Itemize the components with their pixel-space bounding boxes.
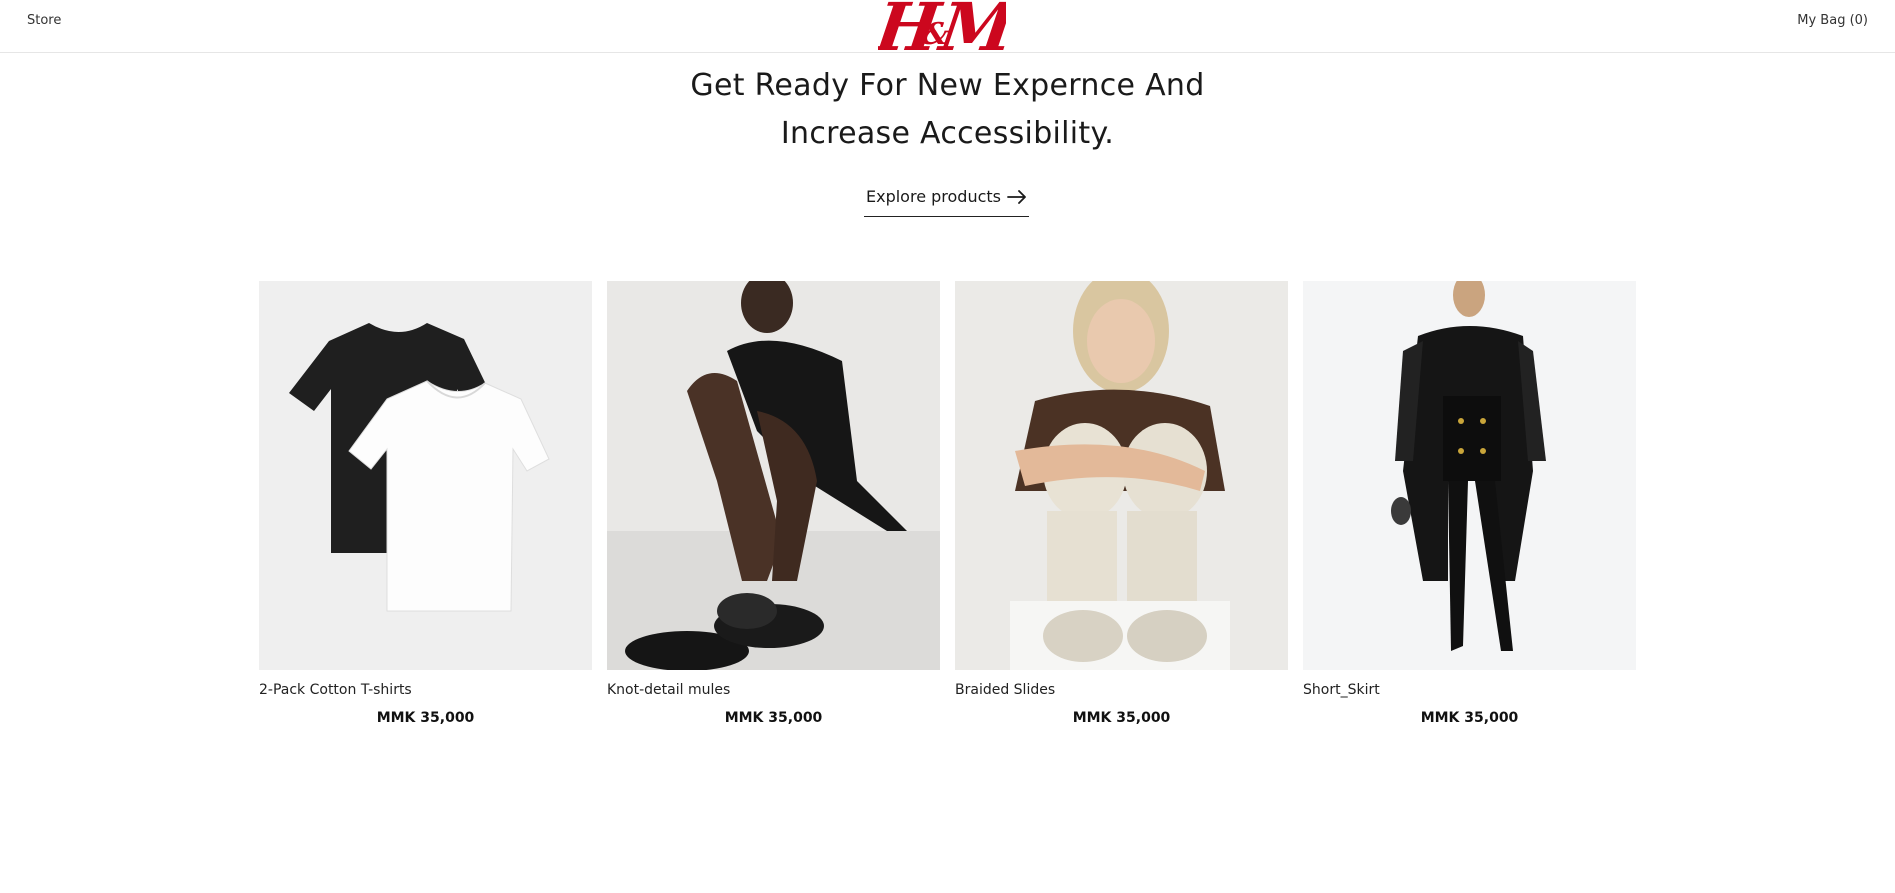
- product-card[interactable]: Short_Skirt MMK 35,000: [1303, 281, 1636, 726]
- explore-products-button[interactable]: Explore products: [864, 183, 1029, 217]
- product-image-short-skirt[interactable]: [1303, 281, 1636, 670]
- top-navigation: Store H & M My Bag (0): [0, 0, 1895, 64]
- hero-section: Get Ready For New Expernce And Increase …: [0, 62, 1895, 158]
- svg-text:M: M: [934, 0, 1006, 64]
- hero-title-line-1: Get Ready For New Expernce And: [690, 68, 1205, 103]
- hm-logo[interactable]: H & M: [878, 0, 1006, 64]
- product-name[interactable]: Short_Skirt: [1303, 682, 1636, 700]
- product-name[interactable]: 2-Pack Cotton T-shirts: [259, 682, 592, 700]
- product-price: MMK 35,000: [1420, 710, 1519, 726]
- product-price: MMK 35,000: [376, 710, 475, 726]
- product-price: MMK 35,000: [1072, 710, 1171, 726]
- product-image-mules[interactable]: [607, 281, 940, 670]
- product-name[interactable]: Braided Slides: [955, 682, 1288, 700]
- product-card[interactable]: Knot-detail mules MMK 35,000: [607, 281, 940, 726]
- store-link[interactable]: Store: [27, 13, 61, 28]
- product-image-braided-slides[interactable]: [955, 281, 1288, 670]
- product-price: MMK 35,000: [724, 710, 823, 726]
- arrow-right-icon: [1007, 189, 1026, 204]
- product-name[interactable]: Knot-detail mules: [607, 682, 940, 700]
- product-card[interactable]: 2-Pack Cotton T-shirts MMK 35,000: [259, 281, 592, 726]
- product-card[interactable]: Braided Slides MMK 35,000: [955, 281, 1288, 726]
- explore-products-label: Explore products: [866, 187, 1001, 206]
- my-bag-link[interactable]: My Bag (0): [1797, 13, 1868, 28]
- product-grid: 2-Pack Cotton T-shirts MMK 35,000 Knot-d…: [259, 281, 1636, 726]
- product-image-tshirts[interactable]: [259, 281, 592, 670]
- hero-title-line-2: Increase Accessibility.: [780, 116, 1115, 151]
